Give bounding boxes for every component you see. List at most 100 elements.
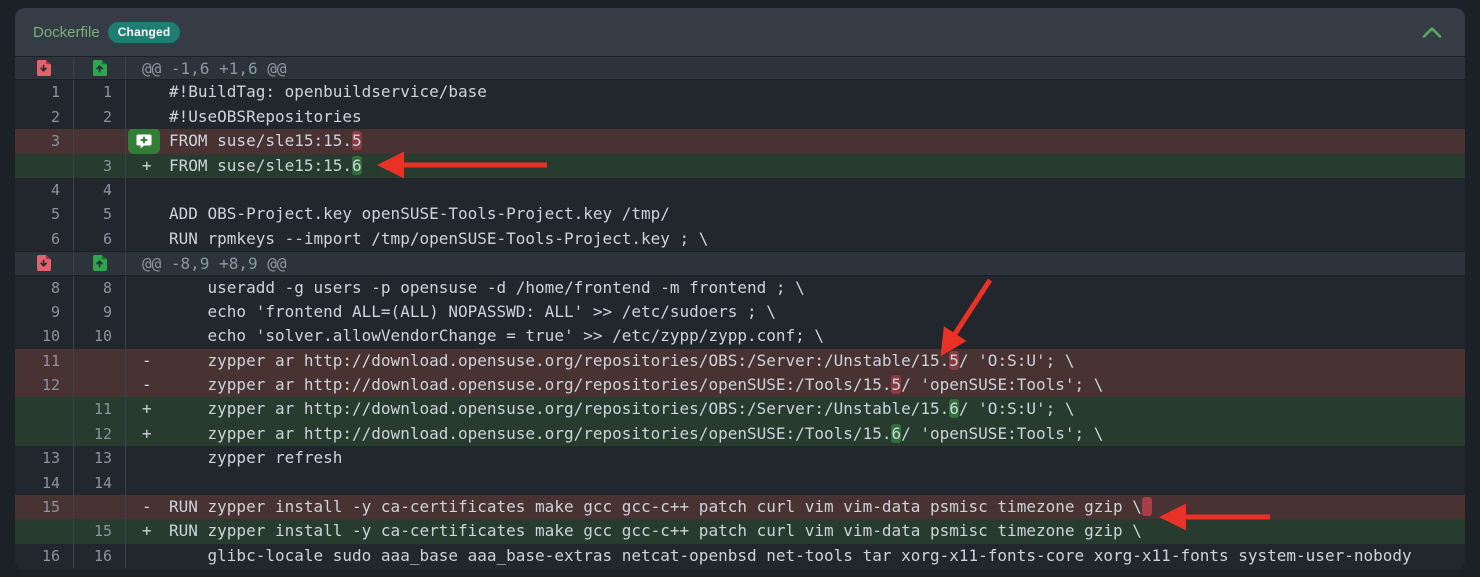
code-line: ADD OBS-Project.key openSUSE-Tools-Proje…	[126, 202, 1465, 226]
code-line: echo 'solver.allowVendorChange = true' >…	[126, 324, 1465, 348]
new-line-number[interactable]: 13	[74, 446, 126, 470]
old-line-number[interactable]: 9	[15, 300, 74, 324]
code-line: useradd -g users -p opensuse -d /home/fr…	[126, 276, 1465, 300]
hunk-header-row: @@ -8,9 +8,9 @@	[15, 251, 1465, 275]
code-line	[126, 471, 1465, 495]
new-line-number[interactable]: 4	[74, 178, 126, 202]
diff-marker: -	[142, 373, 169, 397]
new-line-number[interactable]: 16	[74, 544, 126, 568]
new-line-number[interactable]: 14	[74, 471, 126, 495]
code-line: + zypper ar http://download.opensuse.org…	[126, 397, 1465, 421]
code-line: +FROM suse/sle15:15.6	[126, 154, 1465, 178]
hunk-header-text: @@ -8,9 +8,9 @@	[126, 252, 1465, 274]
word-diff-highlight: 6	[352, 156, 362, 175]
new-line-number[interactable]	[74, 495, 126, 519]
new-line-number[interactable]: 8	[74, 276, 126, 300]
old-line-number[interactable]: 2	[15, 105, 74, 129]
diff-table: @@ -1,6 +1,6 @@11#!BuildTag: openbuildse…	[15, 56, 1465, 570]
deleted-file-icon[interactable]	[15, 57, 74, 79]
new-line-number[interactable]	[74, 349, 126, 373]
old-line-number[interactable]: 10	[15, 324, 74, 348]
word-diff-highlight: 6	[949, 399, 959, 418]
diff-line-row: 11+ zypper ar http://download.opensuse.o…	[15, 397, 1465, 421]
diff-marker: +	[142, 422, 169, 446]
word-diff-highlight: 5	[352, 131, 362, 150]
old-line-number[interactable]: 16	[15, 544, 74, 568]
diff-marker: +	[142, 154, 169, 178]
diff-file-panel: Dockerfile Changed @@ -1,6 +1,6 @@11#!Bu…	[15, 8, 1465, 570]
code-line: RUN rpmkeys --import /tmp/openSUSE-Tools…	[126, 227, 1465, 251]
add-comment-bubble-icon	[136, 134, 152, 149]
old-line-number[interactable]: 13	[15, 446, 74, 470]
code-line: echo 'frontend ALL=(ALL) NOPASSWD: ALL' …	[126, 300, 1465, 324]
code-line	[126, 178, 1465, 202]
diff-line-row: 12 - zypper ar http://download.opensuse.o…	[15, 373, 1465, 397]
collapse-file-button[interactable]	[1417, 22, 1447, 43]
new-line-number[interactable]: 12	[74, 422, 126, 446]
old-line-number[interactable]: 5	[15, 202, 74, 226]
old-line-number[interactable]: 11	[15, 349, 74, 373]
diff-line-row: 55ADD OBS-Project.key openSUSE-Tools-Pro…	[15, 202, 1465, 226]
old-line-number[interactable]	[15, 154, 74, 178]
new-line-number[interactable]: 9	[74, 300, 126, 324]
code-line: #!BuildTag: openbuildservice/base	[126, 80, 1465, 104]
diff-line-row: 3+FROM suse/sle15:15.6	[15, 154, 1465, 178]
file-name-link[interactable]: Dockerfile	[33, 24, 100, 41]
diff-line-row: 66RUN rpmkeys --import /tmp/openSUSE-Too…	[15, 227, 1465, 251]
diff-line-row: 99 echo 'frontend ALL=(ALL) NOPASSWD: AL…	[15, 300, 1465, 324]
chevron-up-icon	[1421, 26, 1443, 39]
diff-line-row: 15 -RUN zypper install -y ca-certificates…	[15, 495, 1465, 519]
diff-file-header: Dockerfile Changed	[15, 8, 1465, 56]
file-info: Dockerfile Changed	[33, 22, 180, 43]
added-file-icon[interactable]	[74, 252, 126, 274]
old-line-number[interactable]: 1	[15, 80, 74, 104]
code-line: - zypper ar http://download.opensuse.org…	[126, 349, 1465, 373]
new-line-number[interactable]: 6	[74, 227, 126, 251]
new-line-number[interactable]: 2	[74, 105, 126, 129]
old-line-number[interactable]: 14	[15, 471, 74, 495]
old-line-number[interactable]: 15	[15, 495, 74, 519]
new-line-number[interactable]: 1	[74, 80, 126, 104]
added-file-icon[interactable]	[74, 57, 126, 79]
new-line-number[interactable]: 5	[74, 202, 126, 226]
code-line: + zypper ar http://download.opensuse.org…	[126, 422, 1465, 446]
old-line-number[interactable]: 12	[15, 373, 74, 397]
new-line-number[interactable]	[74, 373, 126, 397]
diff-marker: +	[142, 397, 169, 421]
old-line-number[interactable]: 3	[15, 129, 74, 153]
word-diff-highlight: 5	[891, 375, 901, 394]
add-comment-button[interactable]	[128, 129, 160, 153]
old-line-number[interactable]	[15, 422, 74, 446]
old-line-number[interactable]	[15, 519, 74, 543]
old-line-number[interactable]: 6	[15, 227, 74, 251]
code-line: zypper refresh	[126, 446, 1465, 470]
hunk-header-row: @@ -1,6 +1,6 @@	[15, 56, 1465, 80]
hunk-header-text: @@ -1,6 +1,6 @@	[126, 57, 1465, 79]
new-line-number[interactable]: 3	[74, 154, 126, 178]
diff-line-row: 11 - zypper ar http://download.opensuse.o…	[15, 349, 1465, 373]
diff-marker: -	[142, 495, 169, 519]
new-line-number[interactable]: 15	[74, 519, 126, 543]
new-line-number[interactable]	[74, 129, 126, 153]
new-line-number[interactable]: 11	[74, 397, 126, 421]
word-diff-highlight: 5	[949, 351, 959, 370]
diff-line-row: 1414	[15, 471, 1465, 495]
new-line-number[interactable]: 10	[74, 324, 126, 348]
diff-line-row: 88 useradd -g users -p opensuse -d /home…	[15, 276, 1465, 300]
code-line: #!UseOBSRepositories	[126, 105, 1465, 129]
word-diff-highlight	[1142, 497, 1152, 516]
diff-line-row: 1313 zypper refresh	[15, 446, 1465, 470]
old-line-number[interactable]: 8	[15, 276, 74, 300]
old-line-number[interactable]	[15, 397, 74, 421]
code-line: -RUN zypper install -y ca-certificates m…	[126, 495, 1465, 519]
old-line-number[interactable]: 4	[15, 178, 74, 202]
word-diff-highlight: 6	[891, 424, 901, 443]
diff-line-row: 3FROM suse/sle15:15.5	[15, 129, 1465, 153]
deleted-file-icon[interactable]	[15, 252, 74, 274]
code-line: - zypper ar http://download.opensuse.org…	[126, 373, 1465, 397]
diff-marker: +	[142, 519, 169, 543]
diff-line-row: 44	[15, 178, 1465, 202]
diff-line-row: 11#!BuildTag: openbuildservice/base	[15, 80, 1465, 104]
diff-line-row: 1616 glibc-locale sudo aaa_base aaa_base…	[15, 544, 1465, 568]
diff-marker: -	[142, 349, 169, 373]
